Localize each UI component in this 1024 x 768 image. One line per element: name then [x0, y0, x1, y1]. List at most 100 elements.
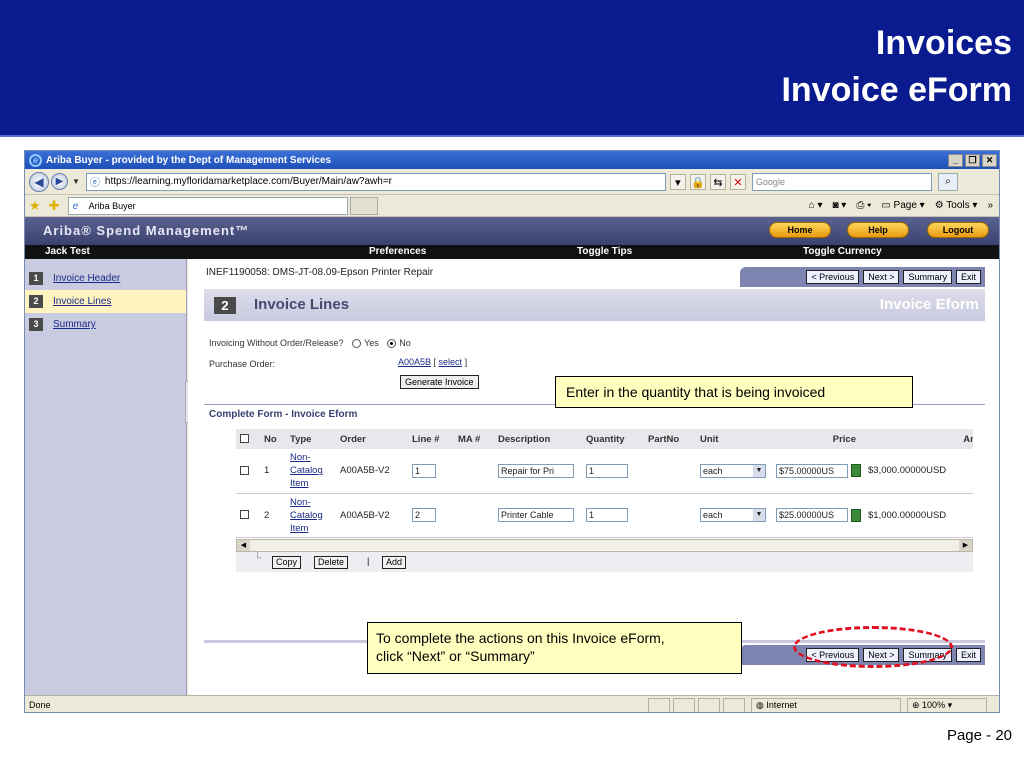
logout-button[interactable]: Logout	[927, 222, 989, 238]
slide-subtitle: Invoice eForm	[781, 71, 1012, 109]
home-icon[interactable]: ⌂ ▾	[809, 200, 823, 211]
tools-menu[interactable]: ⚙ Tools ▾	[935, 200, 978, 211]
price-input[interactable]: $25.00000US	[776, 508, 848, 522]
page-menu[interactable]: ▭ Page ▾	[881, 200, 924, 211]
exit-button[interactable]: Exit	[955, 270, 981, 284]
lock-icon[interactable]: 🔒	[689, 173, 706, 190]
step-invoice-header[interactable]: 1 Invoice Header	[25, 267, 186, 290]
zoom-level[interactable]: ⊕ 100% ▾	[907, 697, 987, 712]
summary-button[interactable]: Summary	[903, 270, 952, 284]
exit-button[interactable]: Exit	[955, 648, 981, 662]
step-summary[interactable]: 3 Summary	[25, 313, 186, 336]
page-title: Invoice Lines	[254, 296, 350, 313]
delete-button[interactable]: Delete	[314, 556, 349, 569]
status-bar: Done ◍ Internet ⊕ 100% ▾	[25, 695, 999, 712]
favorites-star-icon[interactable]: ★	[29, 198, 41, 214]
banner-right-label: Invoice Eform	[879, 296, 979, 313]
feeds-icon[interactable]: ◙ ▾	[832, 200, 846, 211]
description-input[interactable]: Printer Cable	[498, 508, 574, 522]
line-input[interactable]: 1	[412, 463, 436, 478]
quantity-input[interactable]: 1	[586, 508, 628, 522]
price-input[interactable]: $75.00000US	[776, 463, 848, 478]
col-ma: MA #	[454, 429, 494, 449]
back-button[interactable]: ◀	[29, 171, 49, 192]
horizontal-scrollbar[interactable]: ◀ ▶	[236, 539, 973, 552]
generate-invoice-button[interactable]: Generate Invoice	[400, 375, 479, 389]
previous-button[interactable]: < Previous	[806, 270, 860, 284]
status-text: Done	[29, 700, 51, 710]
type-link[interactable]: Non- Catalog Item	[286, 493, 336, 538]
nav-toggle-currency[interactable]: Toggle Currency	[803, 246, 882, 257]
next-button[interactable]: Next >	[863, 270, 900, 284]
add-button[interactable]: Add	[382, 556, 407, 569]
col-amount: Amoun	[864, 429, 973, 449]
new-tab-button[interactable]	[349, 196, 378, 215]
no-label: No	[399, 338, 411, 348]
invoicing-row: Invoicing Without Order/Release? Yes No	[209, 338, 411, 349]
description-input[interactable]: Repair for Pri	[498, 463, 574, 478]
actions-callout: To complete the actions on this Invoice …	[367, 622, 742, 674]
print-icon[interactable]: ⎙ ▾	[856, 200, 871, 211]
forward-button[interactable]: ▶	[51, 173, 68, 190]
col-unit: Unit	[696, 429, 772, 449]
quantity-input[interactable]: 1	[586, 463, 628, 478]
scroll-right-icon[interactable]: ▶	[959, 540, 972, 551]
calculator-icon[interactable]	[851, 464, 861, 478]
ie-icon: e	[72, 200, 79, 212]
nav-toggle-tips[interactable]: Toggle Tips	[577, 246, 632, 257]
scroll-left-icon[interactable]: ◀	[237, 540, 250, 551]
chevron-more-icon[interactable]: »	[987, 200, 993, 211]
tab-bar: ★ ✚ e Ariba Buyer ⌂ ▾ ◙ ▾ ⎙ ▾ ▭ Page ▾ ⚙…	[25, 195, 999, 217]
yes-radio[interactable]	[352, 339, 362, 349]
help-button[interactable]: Help	[847, 222, 909, 238]
col-partno: PartNo	[644, 429, 696, 449]
user-name: Jack Test	[45, 246, 90, 257]
close-button[interactable]: ✕	[982, 153, 997, 167]
minimize-button[interactable]: _	[948, 153, 963, 167]
home-button[interactable]: Home	[769, 222, 831, 238]
col-description: Description	[494, 429, 582, 449]
step-number: 2	[214, 297, 236, 314]
step-invoice-lines[interactable]: 2 Invoice Lines	[25, 290, 186, 313]
table-action-bar: └ Copy Delete | Add	[236, 552, 973, 572]
page-number: Page - 20	[946, 727, 1012, 744]
col-quantity: Quantity	[582, 429, 644, 449]
history-dropdown-icon[interactable]: ▼	[72, 177, 80, 186]
table-header: No Type Order Line # MA # Description Qu…	[236, 429, 973, 449]
refresh-icon[interactable]: ⇆	[709, 173, 726, 190]
search-input[interactable]: Google	[751, 172, 932, 191]
security-zone[interactable]: ◍ Internet	[751, 697, 901, 712]
col-price: Price	[772, 429, 864, 449]
po-row: A00A5B [ select ]	[398, 357, 468, 367]
copy-button[interactable]: Copy	[272, 556, 302, 569]
separator: |	[367, 556, 370, 566]
tab-ariba-buyer[interactable]: e Ariba Buyer	[67, 196, 348, 215]
no-radio[interactable]	[387, 339, 397, 349]
col-line: Line #	[408, 429, 454, 449]
address-bar: ◀ ▶ ▼ ⓔ https://learning.myfloridamarket…	[25, 169, 999, 195]
stop-icon[interactable]: ✕	[729, 173, 746, 190]
select-link[interactable]: select	[439, 357, 463, 367]
search-icon[interactable]: ⌕	[937, 172, 958, 191]
section-banner: 2 Invoice Lines Invoice Eform	[204, 289, 985, 321]
nav-preferences[interactable]: Preferences	[369, 246, 426, 257]
url-dropdown-icon[interactable]: ▾	[669, 173, 686, 190]
row-checkbox[interactable]	[240, 466, 249, 476]
page-icon: ⓔ	[89, 177, 100, 189]
document-id: INEF1190058: DMS-JT-08.09-Epson Printer …	[206, 267, 434, 278]
type-link[interactable]: Non- Catalog Item	[286, 449, 336, 494]
add-favorites-icon[interactable]: ✚	[49, 198, 60, 214]
select-all-checkbox[interactable]	[240, 434, 249, 444]
unit-select[interactable]: each	[700, 463, 766, 478]
row-checkbox[interactable]	[240, 510, 249, 520]
invoicing-label: Invoicing Without Order/Release?	[209, 338, 344, 348]
table-row: 2 Non- Catalog Item A00A5B-V2 2 Printer …	[236, 493, 973, 538]
tree-corner-icon: └	[254, 553, 262, 564]
restore-button[interactable]: ❐	[965, 153, 980, 167]
calculator-icon[interactable]	[851, 508, 861, 522]
unit-select[interactable]: each	[700, 508, 766, 522]
url-input[interactable]: ⓔ https://learning.myfloridamarketplace.…	[85, 172, 666, 191]
po-link[interactable]: A00A5B	[398, 357, 431, 367]
col-type: Type	[286, 429, 336, 449]
line-input[interactable]: 2	[412, 508, 436, 522]
